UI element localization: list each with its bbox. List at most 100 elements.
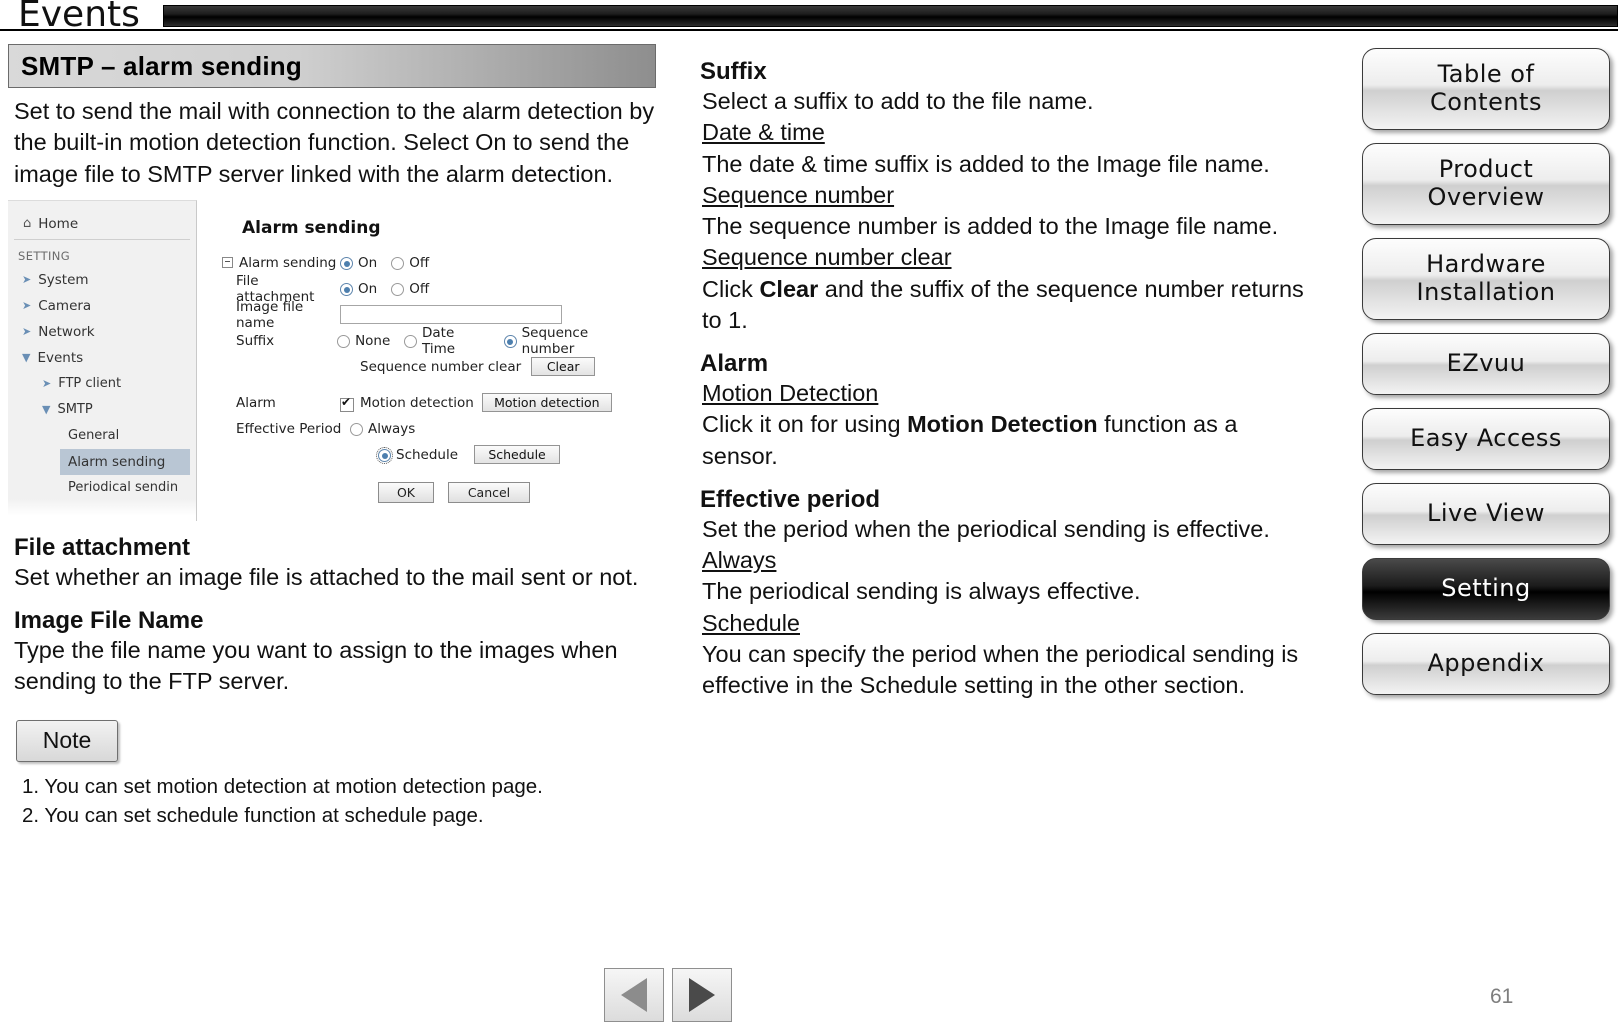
- form-row-effective-period: Effective Period Always: [208, 416, 656, 442]
- header-underline: [0, 29, 1618, 31]
- effective-period-body: Set the period when the periodical sendi…: [702, 515, 1270, 542]
- always-radio[interactable]: [350, 423, 363, 437]
- nav-item-network[interactable]: ➤ Network: [8, 319, 196, 345]
- collapse-icon[interactable]: [222, 256, 233, 268]
- next-page-button[interactable]: [672, 968, 732, 1022]
- nav-item-label: Alarm sending: [68, 453, 166, 470]
- triangle-right-icon: [689, 978, 715, 1012]
- nav-button-line1: Live View: [1426, 499, 1546, 528]
- chevron-icon: ➤: [22, 273, 32, 287]
- motion-detection-button[interactable]: Motion detection: [481, 393, 612, 413]
- form-row-actions: OK Cancel: [208, 480, 656, 506]
- nav-item-general[interactable]: General: [8, 423, 196, 449]
- nav-home-item[interactable]: ⌂ Home: [14, 209, 190, 240]
- left-column: SMTP – alarm sending Set to send the mai…: [8, 44, 663, 831]
- nav-button-setting[interactable]: Setting: [1362, 558, 1610, 620]
- note-badge: Note: [16, 719, 118, 762]
- nav-button-hardware-installation[interactable]: Hardware Installation: [1362, 238, 1610, 320]
- alarm-sending-off-radio[interactable]: [391, 257, 405, 271]
- page-navigation: [604, 968, 732, 1022]
- nav-button-line1: Product: [1438, 155, 1534, 184]
- header-strip: [163, 5, 1618, 27]
- alarm-label: Alarm: [236, 394, 276, 411]
- alarm-sending-on-radio[interactable]: [340, 257, 353, 271]
- sequence-number-subheading: Sequence number: [702, 181, 895, 208]
- clear-button[interactable]: Clear: [531, 357, 596, 377]
- file-attachment-off-label: Off: [409, 280, 430, 297]
- nav-item-events[interactable]: ▼ Events: [8, 345, 196, 371]
- file-attachment-body: Set whether an image file is attached to…: [14, 563, 639, 590]
- nav-item-camera[interactable]: ➤ Camera: [8, 293, 196, 319]
- nav-button-line2: Contents: [1430, 88, 1542, 116]
- page-tab-title: Events: [18, 0, 140, 35]
- nav-item-label: System: [38, 271, 89, 288]
- triangle-left-icon: [621, 978, 647, 1012]
- form-row-schedule: Schedule Schedule: [208, 442, 656, 468]
- nav-button-line2: Overview: [1427, 183, 1545, 211]
- image-file-name-input[interactable]: [340, 305, 562, 325]
- nav-button-product-overview[interactable]: Product Overview: [1362, 143, 1610, 225]
- alarm-sending-off-label: Off: [409, 254, 430, 271]
- sequence-number-clear-body: Click Clear and the suffix of the sequen…: [702, 274, 1310, 337]
- nav-button-live-view[interactable]: Live View: [1362, 483, 1610, 545]
- motion-detection-subheading: Motion Detection: [702, 380, 879, 406]
- clear-body-bold: Clear: [759, 275, 819, 302]
- form-title: Alarm sending: [242, 217, 381, 238]
- suffix-label: Suffix: [236, 332, 275, 349]
- nav-item-alarm-sending[interactable]: Alarm sending: [60, 448, 190, 475]
- suffix-body: Select a suffix to add to the file name.: [702, 88, 1094, 114]
- nav-item-periodical-sending[interactable]: Periodical sendin: [8, 475, 196, 501]
- nav-button-line1: Table of: [1437, 60, 1535, 89]
- alarm-sending-form: Alarm sending Alarm sending On Off File …: [208, 200, 656, 520]
- note-label: Note: [42, 727, 92, 753]
- alarm-sending-label-wrap: Alarm sending: [208, 255, 340, 271]
- section-banner: SMTP – alarm sending: [8, 44, 656, 88]
- file-attachment-heading: File attachment: [14, 533, 191, 561]
- page-number: 61: [1490, 985, 1514, 1008]
- nav-item-label: Periodical sendin: [68, 480, 179, 496]
- suffix-sequence-number-label: Sequence number: [521, 324, 589, 357]
- alarm-sending-screenshot: ⌂ Home SETTING ➤ System ➤ Camera ➤ Netwo…: [8, 199, 656, 521]
- suffix-sequence-number-radio[interactable]: [503, 335, 517, 349]
- md-body-pre: Click it on for using: [702, 411, 908, 438]
- schedule-radio[interactable]: [376, 447, 393, 465]
- cancel-button[interactable]: Cancel: [448, 482, 530, 504]
- file-attachment-on-radio[interactable]: [340, 283, 353, 297]
- nav-item-system[interactable]: ➤ System: [8, 267, 196, 293]
- page-header: Events: [0, 0, 1618, 35]
- form-row-sequence-clear: Sequence number clear Clear: [208, 354, 656, 380]
- nav-button-easy-access[interactable]: Easy Access: [1362, 408, 1610, 470]
- nav-button-line2: Installation: [1416, 278, 1556, 306]
- always-subheading: Always: [702, 547, 777, 573]
- suffix-date-time-radio[interactable]: [404, 335, 418, 349]
- chevron-down-icon: ▼: [22, 351, 31, 365]
- nav-button-appendix[interactable]: Appendix: [1362, 633, 1610, 695]
- home-icon: ⌂: [23, 216, 32, 232]
- previous-page-button[interactable]: [604, 968, 664, 1022]
- date-time-subheading: Date & time: [702, 119, 825, 146]
- nav-button-table-of-contents[interactable]: Table of Contents: [1362, 48, 1610, 130]
- nav-button-ezvuu[interactable]: EZvuu: [1362, 333, 1610, 395]
- image-file-name-heading: Image File Name: [14, 607, 204, 634]
- suffix-date-time-label: Date Time: [422, 324, 456, 357]
- file-attachment-off-radio[interactable]: [391, 283, 405, 297]
- note-item: 2. You can set schedule function at sche…: [22, 804, 484, 828]
- image-file-name-label: Image file name: [236, 298, 304, 331]
- nav-item-label: Camera: [38, 297, 92, 314]
- md-body-bold: Motion Detection: [907, 411, 1098, 438]
- schedule-subheading: Schedule: [702, 609, 800, 636]
- suffix-none-radio[interactable]: [337, 335, 351, 349]
- motion-detection-checkbox[interactable]: [340, 395, 354, 412]
- right-navigation: Table of Contents Product Overview Hardw…: [1362, 48, 1610, 708]
- motion-detection-body: Click it on for using Motion Detection f…: [702, 409, 1310, 472]
- nav-setting-group-label: SETTING: [18, 248, 71, 263]
- alarm-sending-label: Alarm sending: [239, 254, 337, 271]
- schedule-button[interactable]: Schedule: [474, 445, 561, 465]
- nav-button-line1: Setting: [1441, 574, 1531, 603]
- chevron-icon: ➤: [22, 299, 32, 313]
- nav-item-label: SMTP: [57, 402, 93, 418]
- nav-item-smtp[interactable]: ▼ SMTP: [8, 397, 196, 423]
- nav-item-ftp-client[interactable]: ➤ FTP client: [8, 371, 196, 397]
- form-row-alarm: Alarm Motion detection Motion detection: [208, 390, 656, 416]
- ok-button[interactable]: OK: [378, 482, 434, 504]
